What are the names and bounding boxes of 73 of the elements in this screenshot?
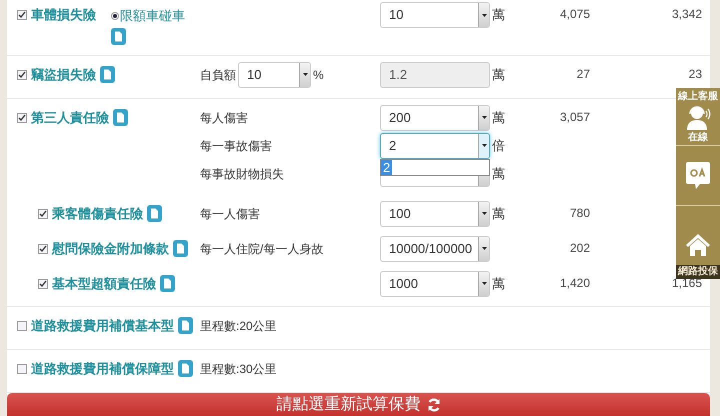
select-field[interactable]: 100 bbox=[380, 200, 490, 226]
service-status: 在線 bbox=[688, 130, 708, 145]
select-field[interactable]: 10000/100000 bbox=[380, 236, 490, 262]
dropdown-arrow-icon bbox=[302, 73, 308, 76]
service-title: 線上客服 bbox=[678, 89, 718, 104]
coverage-detail: 里程數:20公里 bbox=[200, 318, 277, 334]
coverage-detail: 每人傷害 bbox=[200, 110, 248, 126]
checkbox[interactable] bbox=[38, 278, 48, 288]
unit-label: 萬 bbox=[492, 164, 505, 183]
checkbox[interactable] bbox=[17, 70, 27, 80]
refresh-icon bbox=[426, 398, 440, 412]
coverage-detail: 每一人傷害 bbox=[200, 206, 260, 222]
select-field[interactable]: 1000 bbox=[380, 270, 490, 296]
checkbox[interactable] bbox=[38, 208, 48, 218]
unit-label: 萬 bbox=[492, 274, 505, 293]
coverage-name: 第三人責任險 bbox=[31, 108, 109, 127]
radio-button[interactable] bbox=[111, 12, 119, 20]
checkbox[interactable] bbox=[17, 364, 27, 374]
deductible-label: 自負額 bbox=[200, 66, 236, 84]
checkbox[interactable] bbox=[38, 244, 48, 254]
select-field[interactable]: 2 bbox=[380, 132, 490, 158]
premium-amount: 202 bbox=[570, 240, 590, 254]
unit-label: % bbox=[313, 66, 324, 84]
coverage-name: 慰問保險金附加條款 bbox=[52, 240, 169, 258]
premium-amount: 3,342 bbox=[672, 7, 702, 21]
select-field[interactable]: 200 bbox=[380, 104, 490, 130]
dropdown-arrow-icon bbox=[482, 282, 486, 285]
unit-label: 倍 bbox=[492, 136, 505, 155]
document-icon[interactable] bbox=[147, 205, 162, 222]
coverage-name: 道路救援費用補償基本型 bbox=[31, 316, 174, 335]
checkbox[interactable] bbox=[17, 320, 27, 330]
premium-amount: 780 bbox=[570, 206, 590, 220]
coverage-detail: 每一人住院/每一人身故 bbox=[200, 240, 324, 258]
select-field[interactable]: 10 bbox=[238, 62, 311, 88]
select-field[interactable]: 10 bbox=[380, 2, 490, 28]
coverage-detail: 每一事故傷害 bbox=[200, 138, 272, 154]
dropdown-arrow-icon bbox=[482, 116, 486, 119]
dropdown-arrow-icon bbox=[482, 14, 486, 16]
premium-amount: 23 bbox=[688, 66, 702, 80]
document-icon[interactable] bbox=[113, 109, 128, 126]
premium-amount: 1,420 bbox=[560, 276, 590, 290]
checkbox[interactable] bbox=[17, 10, 27, 20]
document-icon[interactable] bbox=[111, 28, 126, 44]
unit-label: 萬 bbox=[492, 108, 505, 127]
coverage-name: 乘客體傷責任險 bbox=[52, 204, 143, 223]
dropdown-arrow-icon bbox=[482, 247, 486, 250]
recalculate-button[interactable]: 請點選重新試算保費 bbox=[7, 392, 710, 416]
coverage-name: 竊盜損失險 bbox=[31, 66, 96, 84]
premium-amount: 27 bbox=[576, 66, 590, 80]
qa-chat-icon[interactable] bbox=[686, 162, 710, 190]
coverage-name: 車體損失險 bbox=[31, 6, 96, 24]
document-icon[interactable] bbox=[160, 275, 175, 292]
premium-amount: 4,075 bbox=[560, 7, 590, 21]
coverage-detail: 每事故財物損失 bbox=[200, 166, 284, 182]
unit-label: 萬 bbox=[492, 6, 505, 24]
premium-amount: 3,057 bbox=[560, 110, 590, 124]
headset-person-icon bbox=[685, 104, 711, 130]
home-icon[interactable] bbox=[685, 233, 711, 257]
readonly-field: 1.2 bbox=[380, 62, 490, 88]
document-icon[interactable] bbox=[173, 240, 188, 257]
coverage-name: 基本型超額責任險 bbox=[52, 274, 156, 293]
unit-label: 萬 bbox=[492, 204, 505, 223]
document-icon[interactable] bbox=[178, 317, 193, 334]
dropdown-arrow-icon bbox=[482, 212, 486, 215]
document-icon[interactable] bbox=[100, 66, 115, 83]
dropdown-arrow-icon bbox=[482, 144, 486, 147]
radio-label: 限額車碰車 bbox=[120, 7, 185, 25]
coverage-detail: 里程數:30公里 bbox=[200, 360, 277, 378]
checkbox[interactable] bbox=[17, 112, 27, 122]
coverage-name: 道路救援費用補償保障型 bbox=[31, 360, 174, 378]
buy-online-link[interactable]: 網路投保 bbox=[676, 265, 720, 279]
document-icon[interactable] bbox=[178, 360, 193, 377]
unit-label: 萬 bbox=[492, 66, 505, 84]
